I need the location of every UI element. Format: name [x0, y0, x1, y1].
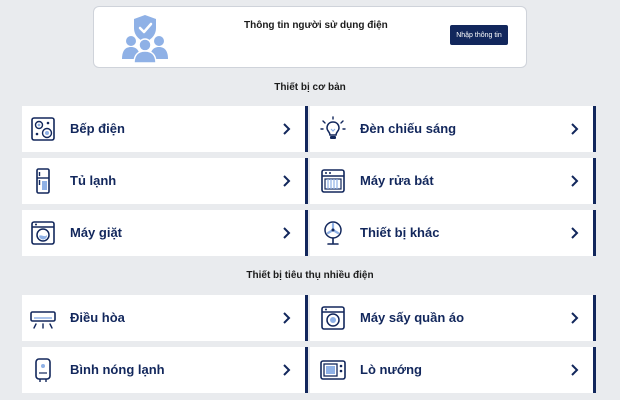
user-info-card: Thông tin người sử dụng điện Nhập thông … — [93, 6, 527, 68]
enter-info-button[interactable]: Nhập thông tin — [450, 25, 508, 45]
device-label: Lò nướng — [360, 362, 422, 377]
device-label: Máy rửa bát — [360, 173, 434, 188]
device-tile-fridge[interactable]: Tủ lạnh — [22, 158, 308, 204]
chevron-right-icon — [571, 312, 579, 324]
device-tile-washing-machine[interactable]: Máy giặt — [22, 210, 308, 256]
device-tile-other[interactable]: Thiết bị khác — [310, 210, 596, 256]
device-label: Bếp điện — [70, 121, 125, 136]
device-label: Máy sấy quần áo — [360, 310, 465, 325]
dishwasher-icon — [321, 169, 345, 193]
chevron-right-icon — [571, 364, 579, 376]
clothes-dryer-icon — [321, 306, 345, 330]
stove-icon — [31, 117, 55, 141]
device-label: Bình nóng lạnh — [70, 362, 165, 377]
device-tile-lighting[interactable]: Đèn chiếu sáng — [310, 106, 596, 152]
device-tile-oven[interactable]: Lò nướng — [310, 347, 596, 393]
chevron-right-icon — [283, 175, 291, 187]
chevron-right-icon — [283, 364, 291, 376]
device-label: Điều hòa — [70, 310, 125, 325]
users-shield-icon — [122, 15, 168, 63]
chevron-right-icon — [283, 123, 291, 135]
fan-icon — [324, 221, 342, 245]
light-bulb-icon — [320, 116, 346, 139]
chevron-right-icon — [283, 312, 291, 324]
device-tile-clothes-dryer[interactable]: Máy sấy quần áo — [310, 295, 596, 341]
device-label: Thiết bị khác — [360, 225, 440, 240]
device-tile-dishwasher[interactable]: Máy rửa bát — [310, 158, 596, 204]
device-tile-water-heater[interactable]: Bình nóng lạnh — [22, 347, 308, 393]
chevron-right-icon — [283, 227, 291, 239]
chevron-right-icon — [571, 175, 579, 187]
device-tile-air-conditioner[interactable]: Điều hòa — [22, 295, 308, 341]
chevron-right-icon — [571, 123, 579, 135]
section-title-basic: Thiết bị cơ bản — [274, 82, 346, 93]
chevron-right-icon — [571, 227, 579, 239]
water-heater-icon — [35, 358, 51, 382]
oven-icon — [320, 360, 346, 380]
device-label: Đèn chiếu sáng — [360, 121, 457, 136]
air-conditioner-icon — [30, 311, 56, 329]
fridge-icon — [36, 168, 50, 194]
device-label: Máy giặt — [70, 225, 123, 240]
washing-machine-icon — [31, 221, 55, 245]
user-info-title: Thông tin người sử dụng điện — [244, 20, 388, 31]
device-tile-stove[interactable]: Bếp điện — [22, 106, 308, 152]
section-title-high-consumption: Thiết bị tiêu thụ nhiều điện — [246, 270, 374, 281]
device-label: Tủ lạnh — [70, 173, 117, 188]
